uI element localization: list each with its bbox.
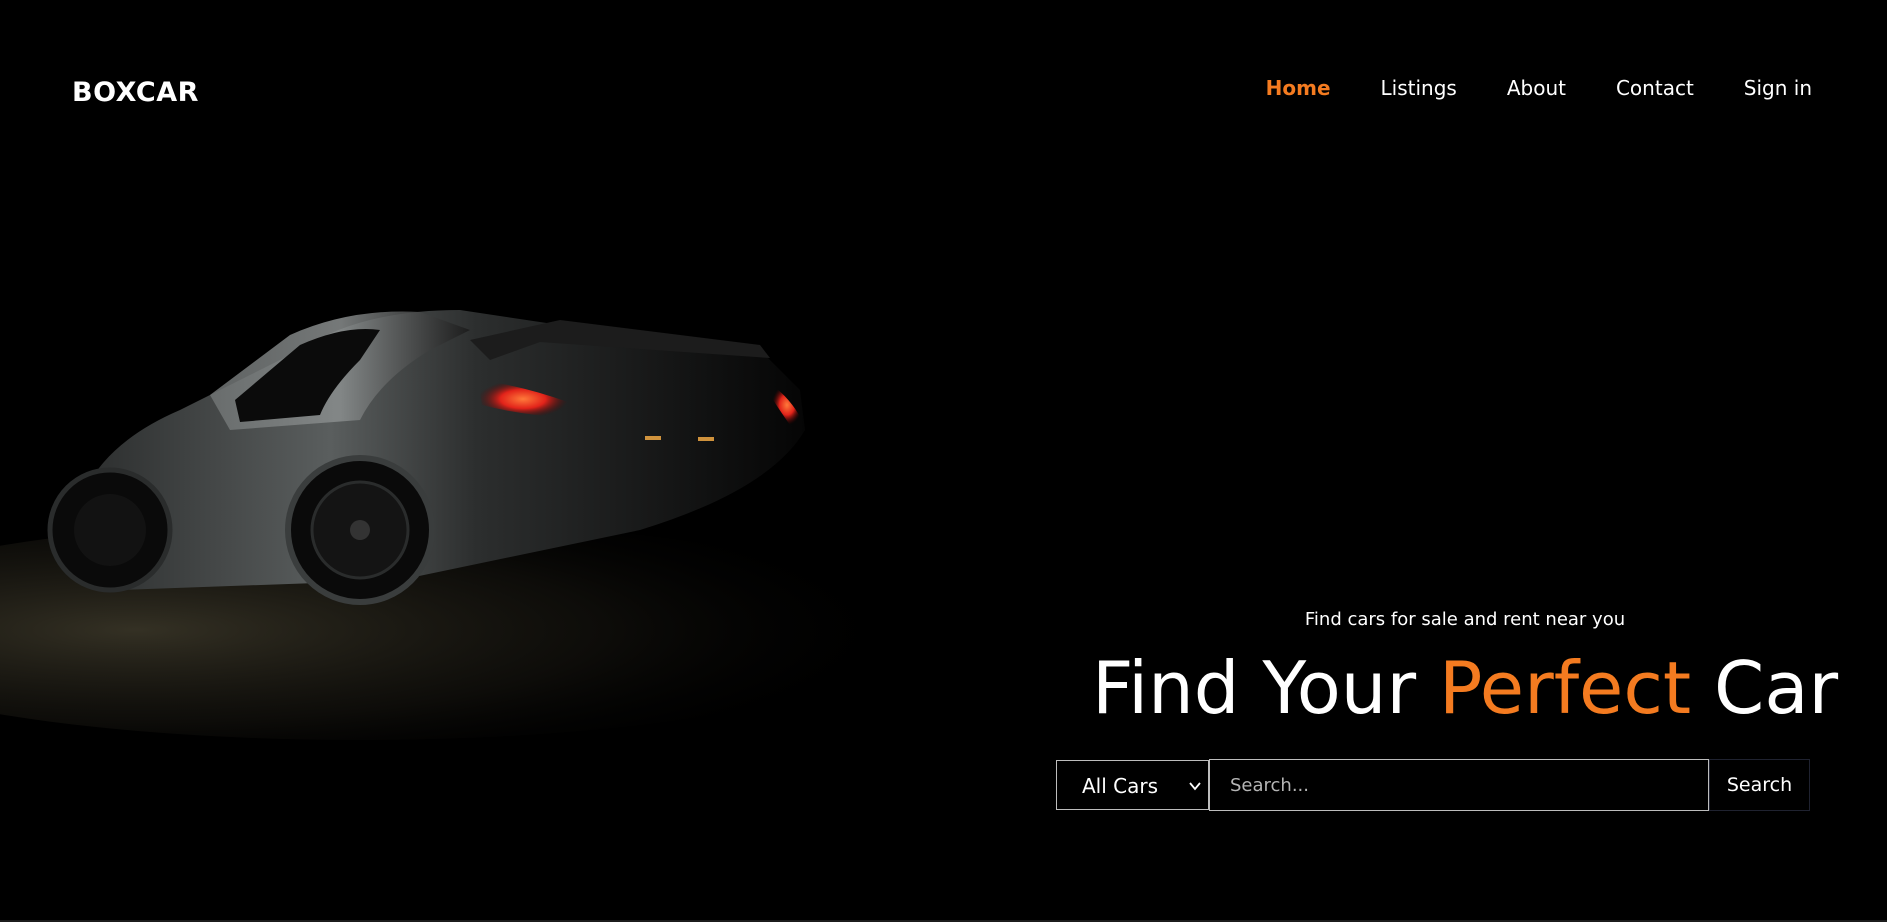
nav-item-home[interactable]: Home [1266, 76, 1331, 100]
headline-part-2: Car [1691, 646, 1839, 730]
hero-tagline: Find cars for sale and rent near you [1304, 609, 1626, 630]
headline-part-1: Find Your [1091, 646, 1439, 730]
nav-item-about[interactable]: About [1507, 76, 1566, 100]
main-nav: Home Listings About Contact Sign in [1216, 76, 1812, 100]
site-logo[interactable]: BOXCAR [72, 78, 199, 108]
nav-item-sign-in[interactable]: Sign in [1744, 76, 1812, 100]
category-select[interactable]: All Cars [1056, 760, 1209, 810]
nav-item-listings[interactable]: Listings [1381, 76, 1457, 100]
search-button[interactable]: Search [1709, 759, 1810, 811]
hero-section: BOXCAR Home Listings About Contact Sign … [0, 0, 1887, 920]
hero-headline: Find Your Perfect Car [1060, 648, 1870, 728]
headline-accent: Perfect [1438, 646, 1692, 730]
search-bar: All Cars Search [1056, 759, 1810, 812]
nav-item-contact[interactable]: Contact [1616, 76, 1694, 100]
category-select-value: All Cars [1082, 774, 1159, 798]
hero-car-image [0, 310, 900, 740]
chevron-down-icon [1189, 782, 1201, 791]
search-input[interactable] [1209, 759, 1709, 811]
